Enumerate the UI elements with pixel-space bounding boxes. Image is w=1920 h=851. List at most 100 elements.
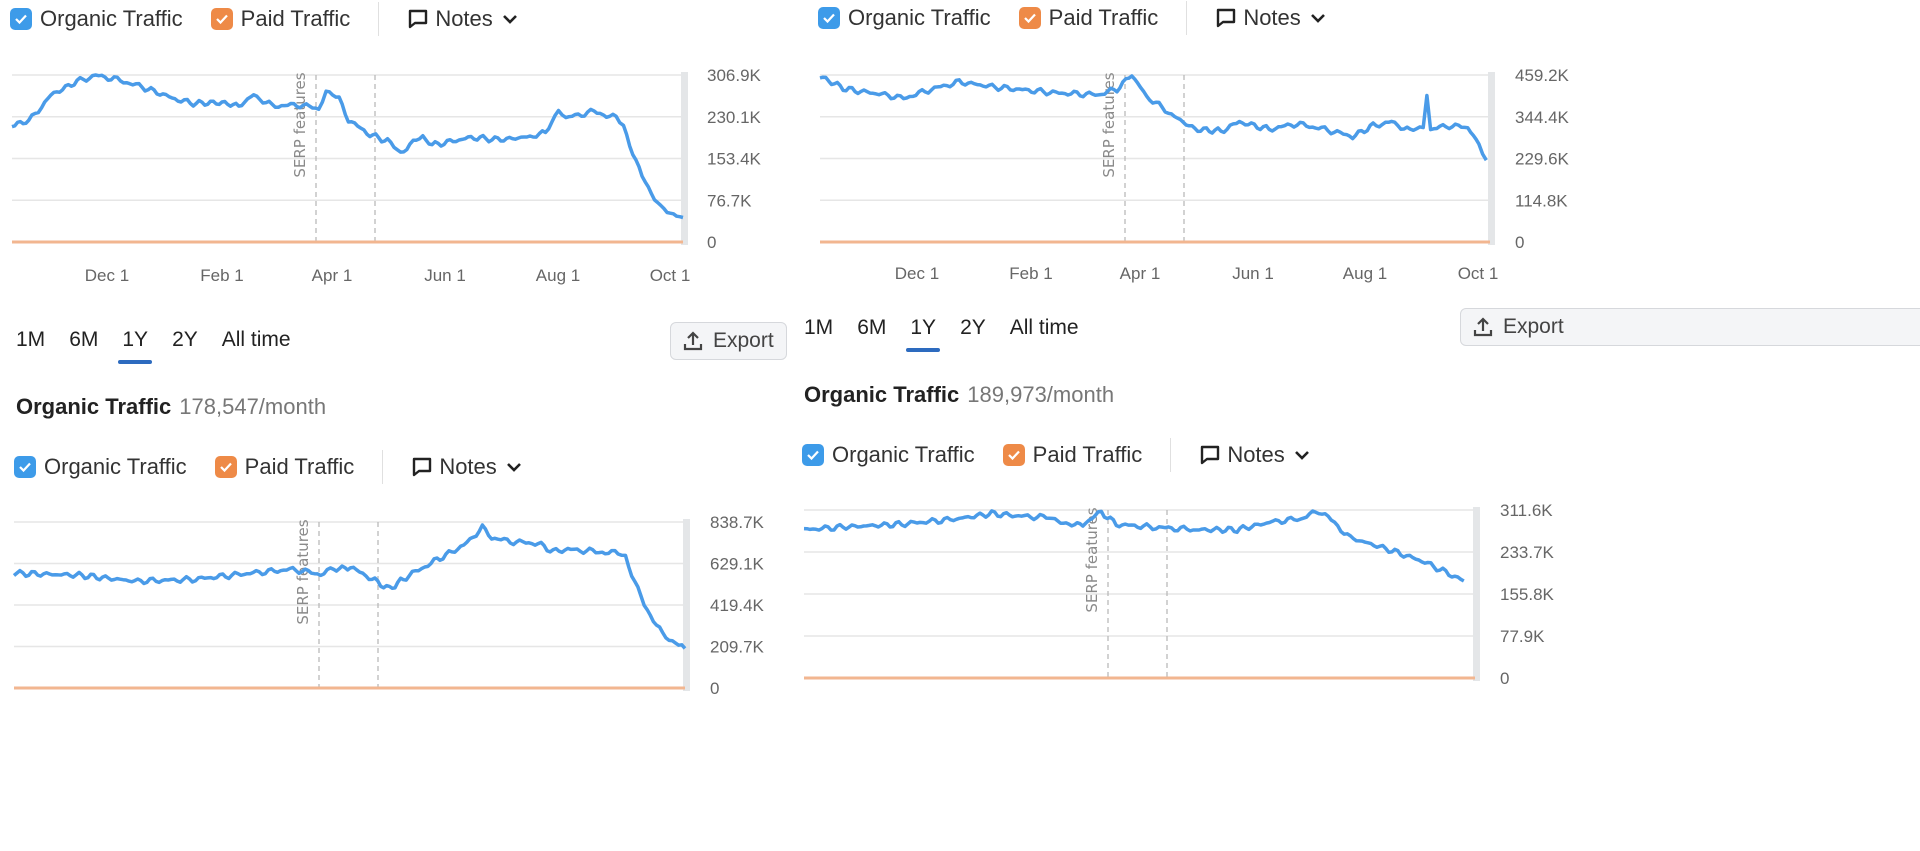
plot-edge-bar bbox=[1488, 72, 1495, 245]
paid-traffic-label: Paid Traffic bbox=[240, 6, 351, 31]
x-tick-label: Apr 1 bbox=[1120, 264, 1161, 283]
title-value: 189,973/month bbox=[967, 382, 1115, 407]
divider bbox=[382, 450, 384, 484]
y-tick-label: 419.4K bbox=[710, 596, 765, 615]
notes-label: Notes bbox=[1243, 5, 1301, 30]
y-tick-label: 76.7K bbox=[707, 191, 752, 210]
x-tick-label: Aug 1 bbox=[536, 266, 580, 285]
y-tick-label: 209.7K bbox=[710, 638, 765, 657]
organic-traffic-label: Organic Traffic bbox=[40, 6, 183, 31]
y-tick-label: 629.1K bbox=[710, 555, 765, 574]
chevron-down-icon bbox=[1294, 451, 1309, 460]
organic-traffic-line bbox=[819, 74, 1488, 162]
y-tick-label: 344.4K bbox=[1515, 108, 1570, 127]
tab-1m[interactable]: 1M bbox=[804, 316, 833, 340]
divider bbox=[378, 2, 380, 36]
tab-6m[interactable]: 6M bbox=[857, 316, 886, 340]
paid-traffic-toggle[interactable]: Paid Traffic bbox=[1018, 5, 1159, 31]
tab-1m[interactable]: 1M bbox=[16, 328, 45, 352]
y-tick-label: 0 bbox=[710, 679, 719, 698]
y-tick-label: 155.8K bbox=[1500, 585, 1555, 604]
notes-dropdown[interactable]: Notes bbox=[411, 454, 528, 480]
legend-top-left: Organic Traffic Paid Traffic Notes bbox=[10, 2, 525, 36]
paid-traffic-toggle[interactable]: Paid Traffic bbox=[1002, 442, 1143, 468]
speech-bubble-icon bbox=[409, 9, 428, 29]
organic-traffic-toggle[interactable]: Organic Traffic bbox=[818, 5, 991, 31]
notes-dropdown[interactable]: Notes bbox=[1215, 5, 1332, 31]
organic-traffic-label: Organic Traffic bbox=[832, 442, 975, 467]
organic-traffic-line bbox=[12, 523, 687, 650]
tab-1y[interactable]: 1Y bbox=[118, 328, 152, 364]
plot-edge-bar bbox=[683, 519, 690, 691]
upload-icon bbox=[683, 331, 703, 351]
y-tick-label: 306.9K bbox=[707, 66, 762, 85]
y-tick-label: 311.6K bbox=[1500, 501, 1553, 520]
check-icon[interactable] bbox=[210, 8, 233, 30]
paid-traffic-toggle[interactable]: Paid Traffic bbox=[210, 6, 351, 32]
check-icon[interactable] bbox=[1002, 444, 1025, 466]
check-icon[interactable] bbox=[818, 7, 840, 29]
check-icon[interactable] bbox=[214, 456, 237, 478]
x-tick-label: Jun 1 bbox=[424, 266, 466, 285]
y-tick-label: 459.2K bbox=[1515, 66, 1570, 85]
x-tick-label: Feb 1 bbox=[200, 266, 243, 285]
legend-bottom-left: Organic Traffic Paid Traffic Notes bbox=[14, 450, 529, 484]
legend-top-right: Organic Traffic Paid Traffic Notes bbox=[818, 1, 1333, 35]
check-icon[interactable] bbox=[14, 456, 36, 478]
export-label: Export bbox=[713, 329, 774, 352]
page-title-bottom-left: Organic Traffic 178,547/month bbox=[16, 394, 326, 420]
tab-2y[interactable]: 2Y bbox=[960, 316, 986, 340]
x-tick-label: Apr 1 bbox=[312, 266, 353, 285]
speech-bubble-icon bbox=[1217, 8, 1236, 28]
organic-traffic-toggle[interactable]: Organic Traffic bbox=[802, 442, 975, 468]
export-button[interactable]: Export bbox=[670, 322, 787, 360]
tab-2y[interactable]: 2Y bbox=[172, 328, 198, 352]
x-tick-label: Feb 1 bbox=[1009, 264, 1052, 283]
y-tick-label: 0 bbox=[1515, 233, 1524, 252]
export-button[interactable]: Export bbox=[1460, 308, 1920, 346]
upload-icon bbox=[1473, 317, 1493, 337]
legend-bottom-right: Organic Traffic Paid Traffic Notes bbox=[802, 438, 1317, 472]
tab-all-time[interactable]: All time bbox=[222, 328, 291, 352]
tab-all-time[interactable]: All time bbox=[1010, 316, 1079, 340]
check-icon[interactable] bbox=[1018, 7, 1041, 29]
notes-label: Notes bbox=[439, 454, 497, 479]
serp-features-annotation: SERP features bbox=[1083, 507, 1101, 612]
y-tick-label: 233.7K bbox=[1500, 543, 1555, 562]
serp-features-annotation: SERP features bbox=[1100, 72, 1118, 177]
paid-traffic-label: Paid Traffic bbox=[1048, 5, 1159, 30]
paid-traffic-label: Paid Traffic bbox=[1032, 442, 1143, 467]
y-tick-label: 77.9K bbox=[1500, 627, 1545, 646]
notes-label: Notes bbox=[1227, 442, 1285, 467]
x-tick-label: Oct 1 bbox=[1458, 264, 1499, 283]
check-icon[interactable] bbox=[10, 8, 32, 30]
organic-traffic-toggle[interactable]: Organic Traffic bbox=[14, 454, 187, 480]
divider bbox=[1170, 438, 1172, 472]
speech-bubble-icon bbox=[413, 457, 432, 477]
chevron-down-icon bbox=[502, 15, 517, 24]
plot-edge-bar bbox=[681, 72, 688, 245]
notes-dropdown[interactable]: Notes bbox=[407, 6, 524, 32]
chevron-down-icon bbox=[506, 463, 521, 472]
organic-traffic-line bbox=[11, 73, 684, 220]
title-label: Organic Traffic bbox=[16, 394, 172, 419]
serp-features-annotation: SERP features bbox=[294, 519, 312, 624]
range-tabs-top-right: 1M 6M 1Y 2Y All time bbox=[804, 316, 1103, 352]
title-label: Organic Traffic bbox=[804, 382, 960, 407]
x-tick-label: Oct 1 bbox=[650, 266, 691, 285]
x-tick-label: Jun 1 bbox=[1232, 264, 1274, 283]
export-label: Export bbox=[1503, 315, 1564, 338]
organic-traffic-toggle[interactable]: Organic Traffic bbox=[10, 6, 183, 32]
y-tick-label: 229.6K bbox=[1515, 150, 1570, 169]
notes-dropdown[interactable]: Notes bbox=[1199, 442, 1316, 468]
serp-features-annotation: SERP features bbox=[291, 72, 309, 177]
y-tick-label: 0 bbox=[707, 233, 716, 252]
check-icon[interactable] bbox=[802, 444, 824, 466]
tab-6m[interactable]: 6M bbox=[69, 328, 98, 352]
plot-edge-bar bbox=[1473, 507, 1480, 681]
tab-1y[interactable]: 1Y bbox=[906, 316, 940, 352]
paid-traffic-toggle[interactable]: Paid Traffic bbox=[214, 454, 354, 480]
notes-label: Notes bbox=[435, 6, 493, 31]
organic-traffic-label: Organic Traffic bbox=[44, 454, 187, 479]
divider bbox=[1186, 1, 1188, 35]
